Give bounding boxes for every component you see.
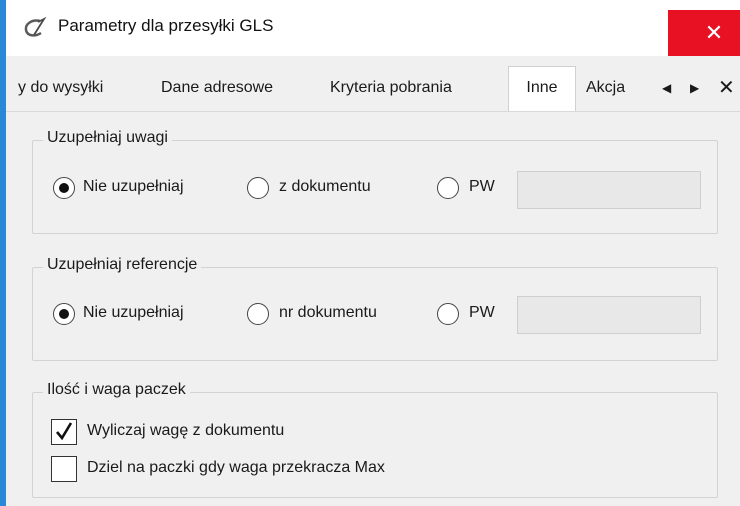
tab-dane-adresowe[interactable]: Dane adresowe: [161, 68, 273, 110]
close-window-button[interactable]: ✕: [668, 10, 740, 56]
uwagi-pw-input[interactable]: [517, 171, 701, 209]
radio-uwagi-pw[interactable]: [437, 177, 459, 199]
checkbox-wyliczaj-wage-label[interactable]: Wyliczaj wagę z dokumentu: [87, 422, 284, 440]
tab-strip: y do wysyłki Dane adresowe Kryteria pobr…: [6, 66, 740, 112]
title-bar[interactable]: Parametry dla przesyłki GLS ✕: [6, 0, 740, 56]
radio-referencje-pw-label[interactable]: PW: [469, 304, 495, 322]
group-ilosc-i-waga-paczek: Ilość i waga paczek Wyliczaj wagę z doku…: [32, 381, 718, 498]
window-title: Parametry dla przesyłki GLS: [58, 16, 274, 35]
radio-referencje-nr-dokumentu-label[interactable]: nr dokumentu: [279, 304, 377, 322]
tab-scroll-left-icon[interactable]: ◀: [662, 68, 671, 110]
checkbox-dziel-na-paczki-label[interactable]: Dziel na paczki gdy waga przekracza Max: [87, 459, 385, 477]
checkbox-wyliczaj-wage[interactable]: [51, 419, 77, 445]
radio-uwagi-nie-uzupelniaj[interactable]: [53, 177, 75, 199]
checkbox-dziel-na-paczki[interactable]: [51, 456, 77, 482]
radio-uwagi-z-dokumentu-label[interactable]: z dokumentu: [279, 178, 371, 196]
tab-scroll-right-icon[interactable]: ▶: [690, 68, 699, 110]
checkmark-icon: [56, 422, 73, 441]
referencje-pw-input[interactable]: [517, 296, 701, 334]
group-paczki-title: Ilość i waga paczek: [43, 381, 190, 399]
group-uzupelniaj-uwagi: Uzupełniaj uwagi Nie uzupełniaj z dokume…: [32, 129, 718, 234]
close-icon: ✕: [704, 20, 724, 45]
tab-do-wysylki[interactable]: y do wysyłki: [18, 68, 103, 110]
tab-akcja[interactable]: Akcja: [586, 68, 625, 110]
radio-referencje-pw[interactable]: [437, 303, 459, 325]
tab-kryteria-pobrania[interactable]: Kryteria pobrania: [330, 68, 452, 110]
tab-close-icon[interactable]: ✕: [718, 68, 735, 110]
group-uzupelniaj-referencje: Uzupełniaj referencje Nie uzupełniaj nr …: [32, 256, 718, 361]
group-referencje-title: Uzupełniaj referencje: [43, 256, 202, 274]
radio-uwagi-pw-label[interactable]: PW: [469, 178, 495, 196]
dialog-window: Parametry dla przesyłki GLS ✕ y do wysył…: [0, 0, 740, 506]
radio-uwagi-z-dokumentu[interactable]: [247, 177, 269, 199]
tab-inne[interactable]: Inne: [508, 66, 576, 111]
radio-referencje-nie-uzupelniaj[interactable]: [53, 303, 75, 325]
app-logo-icon: [22, 17, 48, 39]
radio-referencje-nie-uzupelniaj-label[interactable]: Nie uzupełniaj: [83, 304, 184, 322]
radio-referencje-nr-dokumentu[interactable]: [247, 303, 269, 325]
group-uwagi-title: Uzupełniaj uwagi: [43, 129, 172, 147]
radio-uwagi-nie-uzupelniaj-label[interactable]: Nie uzupełniaj: [83, 178, 184, 196]
